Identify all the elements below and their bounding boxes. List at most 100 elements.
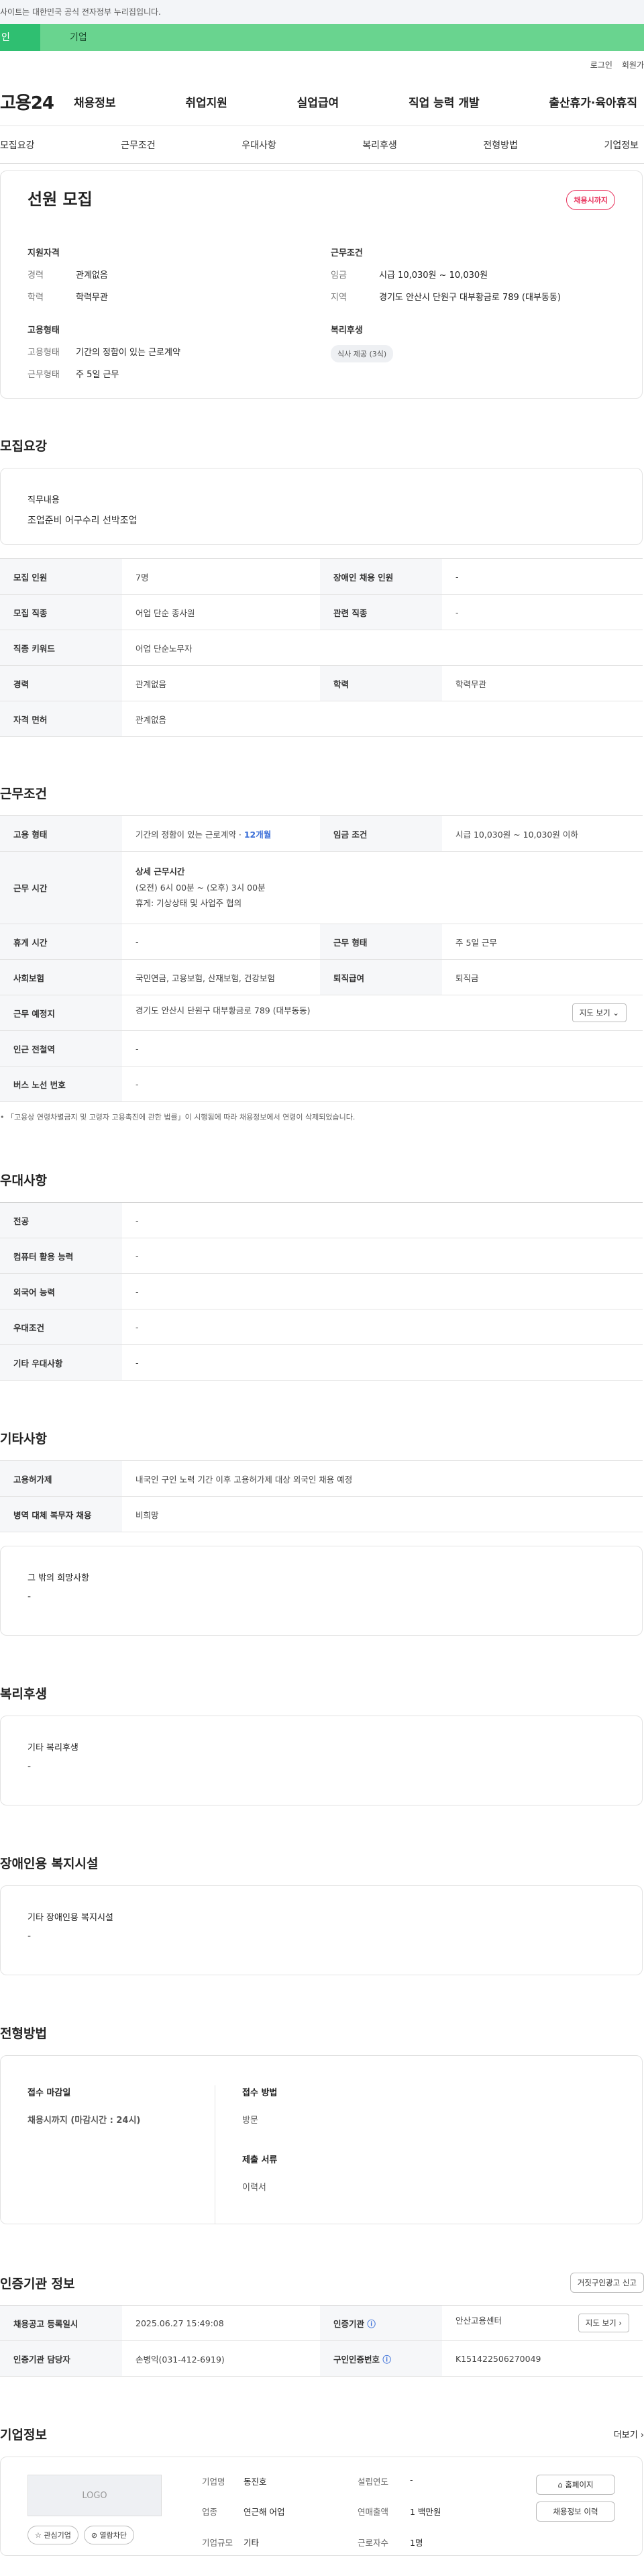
company-logo: LOGO	[28, 2475, 162, 2516]
wage-label: 임금	[331, 270, 347, 281]
recruit-heading: 모집요강	[0, 439, 47, 454]
process-card: 접수 마감일 채용시까지 (마감시간 : 24시) 접수 방법 방문 제출 서류…	[0, 2055, 643, 2224]
qualification-heading: 지원자격	[28, 248, 60, 258]
gnb-menu: 채용정보 취업지원 실업급여 직업 능력 개발 출산휴가·육아휴직	[74, 93, 644, 110]
table-value: 경기도 안산시 단원구 대부황금로 789 (대부동동) 지도 보기 ⌄	[122, 995, 643, 1031]
table-value: 손병익(031-412-6919)	[122, 2340, 320, 2377]
login-link[interactable]: 로그인	[590, 59, 612, 70]
company-name-value: 동진호	[244, 2477, 267, 2487]
table-key: 휴게 시간	[0, 924, 122, 960]
agency-heading: 인증기관 정보	[0, 2276, 75, 2291]
method-label: 접수 방법	[242, 2088, 278, 2098]
deadline-label: 접수 마감일	[28, 2088, 71, 2098]
map-view-button[interactable]: 지도 보기 ⌄	[572, 1003, 627, 1022]
table-value: 7명	[122, 558, 320, 595]
table-key: 기타 우대사항	[0, 1344, 122, 1381]
preferences-heading: 우대사항	[0, 1173, 47, 1188]
tab-preferences[interactable]: 우대사항	[241, 138, 276, 152]
table-row: 휴게 시간 - 근무 형태 주 5일 근무	[0, 924, 643, 960]
table-row: 모집 직종 어업 단순 종사원 관련 직종 -	[0, 594, 643, 630]
employment-contract-text: 기간의 정함이 있는 근로계약 ·	[136, 829, 244, 840]
gnb-item-unemployment-benefit[interactable]: 실업급여	[297, 93, 339, 110]
tab-process[interactable]: 전형방법	[483, 138, 518, 152]
tab-personal[interactable]: 인	[0, 24, 40, 51]
table-value: 시급 10,030원 ~ 10,030원 이하	[442, 815, 643, 852]
workplace-address: 경기도 안산시 단원구 대부황금로 789 (대부동동)	[136, 1005, 311, 1015]
table-value: 국민연금, 고용보험, 산재보험, 건강보험	[122, 959, 320, 995]
table-value: -	[122, 1344, 643, 1381]
interest-company-button[interactable]: ☆ 관심기업	[28, 2526, 78, 2544]
block-view-button[interactable]: ⊘ 열람차단	[83, 2526, 135, 2544]
disability-facility-value: -	[28, 1931, 32, 1942]
table-value: 학력무관	[442, 665, 643, 701]
table-row: 고용허가제 내국인 구인 노력 기간 이후 고용허가제 대상 외국인 채용 예정	[0, 1460, 643, 1497]
recruit-table: 모집 인원 7명 장애인 채용 인원 - 모집 직종 어업 단순 종사원 관련 …	[0, 558, 643, 737]
info-icon[interactable]: ⓘ	[382, 2355, 391, 2365]
welfare-section-heading: 복리후생	[0, 1687, 47, 1701]
more-link[interactable]: 더보기 ›	[614, 2428, 644, 2440]
job-description-card: 직무내용 조업준비 어구수리 선박조업	[0, 468, 643, 545]
table-value: -	[122, 924, 320, 960]
table-key: 근무 형태	[320, 924, 442, 960]
welfare-value: -	[28, 1761, 32, 1772]
table-value: -	[122, 1238, 643, 1274]
table-row: 채용공고 등록일시 2025.06.27 15:49:08 인증기관 ⓘ 안산고…	[0, 2305, 643, 2341]
gnb-item-parental-leave[interactable]: 출산휴가·육아휴직	[549, 93, 637, 110]
tab-welfare[interactable]: 복리후생	[362, 138, 397, 152]
employment-type-value: 기간의 정함이 있는 근로계약	[76, 348, 180, 358]
tab-work-conditions[interactable]: 근무조건	[121, 138, 156, 152]
table-row: 병역 대체 복무자 채용 비희망	[0, 1496, 643, 1532]
table-row: 우대조건 -	[0, 1309, 643, 1345]
join-link[interactable]: 회원가	[622, 59, 644, 70]
job-description-label: 직무내용	[28, 495, 60, 505]
company-actions: ☆ 관심기업 ⊘ 열람차단	[28, 2526, 162, 2544]
table-value: -	[122, 1273, 643, 1309]
table-key: 임금 조건	[320, 815, 442, 852]
welfare-section: 복리후생 식사 제공 (3식)	[331, 323, 615, 389]
utility-nav: 로그인 회원가	[0, 51, 644, 78]
agency-map-button[interactable]: 지도 보기 ›	[578, 2314, 629, 2332]
table-row: 전공 -	[0, 1202, 643, 1238]
agency-header: 인증기관 정보 거짓구인광고 신고	[0, 2273, 644, 2293]
gov-notice-text: 사이트는 대한민국 공식 전자정부 누리집입니다.	[0, 7, 161, 17]
employment-heading: 고용형태	[28, 326, 60, 336]
table-value: 관계없음	[122, 701, 643, 737]
docs-label: 제출 서류	[242, 2155, 278, 2165]
site-logo[interactable]: 고용24	[0, 89, 74, 114]
table-value: 관계없음	[122, 665, 320, 701]
other-wishes-value: -	[28, 1591, 32, 1602]
welfare-card: 기타 복리후생 -	[0, 1716, 643, 1805]
disability-facility-card: 기타 장애인용 복지시설 -	[0, 1885, 643, 1975]
hiring-history-button[interactable]: 채용정보 이력	[536, 2501, 615, 2522]
industry-label: 업종	[202, 2507, 218, 2518]
tab-company[interactable]: 기업	[40, 24, 644, 51]
sales-value: 1 백만원	[410, 2507, 441, 2518]
employment-type-label: 고용형태	[28, 348, 60, 358]
gnb-item-employment-support[interactable]: 취업지원	[185, 93, 227, 110]
table-value: 비희망	[122, 1496, 643, 1532]
tab-recruit[interactable]: 모집요강	[0, 138, 35, 152]
summary-grid: 지원자격 경력 관계없음 학력 학력무관 근무조건 임금 시급 10,030원 ~ 1…	[28, 246, 615, 389]
company-size-value: 기타	[244, 2537, 260, 2548]
table-key: 인증기관 담당자	[0, 2340, 122, 2377]
process-heading: 전형방법	[0, 2026, 47, 2041]
report-fake-ad-button[interactable]: 거짓구인광고 신고	[570, 2273, 644, 2293]
table-key: 퇴직급여	[320, 959, 442, 995]
disability-facility-label: 기타 장애인용 복지시설	[28, 1913, 113, 1923]
company-side-buttons: ⌂ 홈페이지 채용정보 이력	[536, 2475, 615, 2555]
table-row: 직종 키워드 어업 단순노무자	[0, 630, 643, 666]
table-value: 퇴직금	[442, 959, 643, 995]
homepage-button[interactable]: ⌂ 홈페이지	[536, 2475, 615, 2495]
wage-value: 시급 10,030원 ~ 10,030원	[379, 270, 488, 281]
table-value: -	[442, 558, 643, 595]
gnb-item-jobs[interactable]: 채용정보	[74, 93, 116, 110]
info-icon[interactable]: ⓘ	[367, 2319, 376, 2329]
gnb-item-vocational-training[interactable]: 직업 능력 개발	[409, 93, 480, 110]
table-key: 외국어 능력	[0, 1273, 122, 1309]
employees-value: 1명	[410, 2537, 423, 2548]
sales-label: 연매출액	[358, 2507, 389, 2518]
etc-table: 고용허가제 내국인 구인 노력 기간 이후 고용허가제 대상 외국인 채용 예정 …	[0, 1460, 643, 1532]
table-value: 기간의 정함이 있는 근로계약 · 12개월	[122, 815, 320, 852]
deadline-badge: 채용시까지	[566, 190, 615, 210]
tab-company-info[interactable]: 기업정보	[604, 138, 639, 152]
